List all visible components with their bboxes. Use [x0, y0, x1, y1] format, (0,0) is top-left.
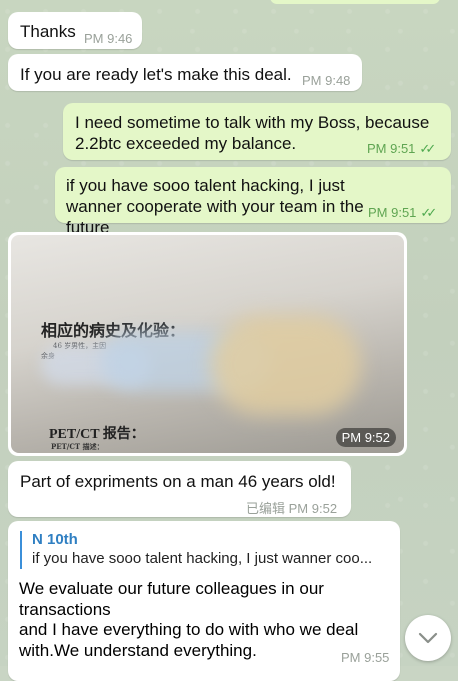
- edited-label: 已编辑: [246, 501, 286, 516]
- double-check-icon: ✓✓: [420, 205, 437, 220]
- message-time: PM 9:51 ✓✓: [367, 141, 436, 157]
- blur-redaction: [211, 315, 361, 415]
- photo-message[interactable]: 相应的病史及化验： 46 岁男性，主因 余身 PET/CT 报告： PET/CT…: [8, 232, 407, 456]
- message-line: transactions: [19, 599, 111, 619]
- photo-sublabel: PET/CT 描述：: [51, 442, 104, 451]
- photo-subheading: PET/CT 报告：: [49, 427, 145, 442]
- previous-outgoing-bubble-edge: [270, 0, 440, 4]
- message-time: PM 9:52: [288, 501, 338, 516]
- message-time: PM 9:48: [302, 73, 351, 88]
- message-line: We evaluate our future colleagues in our: [19, 579, 324, 598]
- reply-quote[interactable]: N 10th if you have sooo talent hacking, …: [20, 531, 390, 569]
- message-outgoing[interactable]: if you have sooo talent hacking, I just …: [55, 167, 451, 237]
- message-text: if you have sooo talent hacking, I just …: [66, 176, 364, 237]
- message-incoming[interactable]: Part of expriments on a man 46 years old…: [8, 461, 351, 517]
- message-text: Part of expriments on a man 46 years old…: [20, 472, 336, 491]
- document-photo[interactable]: 相应的病史及化验： 46 岁男性，主因 余身 PET/CT 报告： PET/CT…: [11, 235, 404, 453]
- message-text: We evaluate our future colleagues in our…: [19, 579, 399, 661]
- message-time: PM 9:55: [341, 650, 390, 665]
- message-incoming[interactable]: If you are ready let's make this deal. P…: [8, 54, 362, 91]
- message-time: PM 9:51 ✓✓: [368, 205, 437, 221]
- message-meta: 已编辑 PM 9:52: [246, 498, 337, 517]
- reply-text: if you have sooo talent hacking, I just …: [32, 550, 373, 567]
- message-outgoing[interactable]: I need sometime to talk with my Boss, be…: [63, 103, 451, 160]
- scroll-to-bottom-button[interactable]: [405, 615, 451, 661]
- message-time: PM 9:46: [84, 31, 133, 46]
- reply-author: N 10th: [32, 531, 78, 548]
- message-text: Thanks: [20, 22, 76, 41]
- photo-time: PM 9:52: [335, 428, 396, 447]
- message-incoming[interactable]: Thanks PM 9:46: [8, 12, 142, 49]
- double-check-icon: ✓✓: [419, 141, 436, 156]
- message-time-text: PM 9:51: [368, 205, 417, 220]
- message-time-text: PM 9:51: [367, 141, 416, 156]
- message-line: and I have everything to do with who we …: [19, 620, 359, 639]
- message-text: If you are ready let's make this deal.: [20, 65, 292, 84]
- chevron-down-icon: [418, 632, 438, 644]
